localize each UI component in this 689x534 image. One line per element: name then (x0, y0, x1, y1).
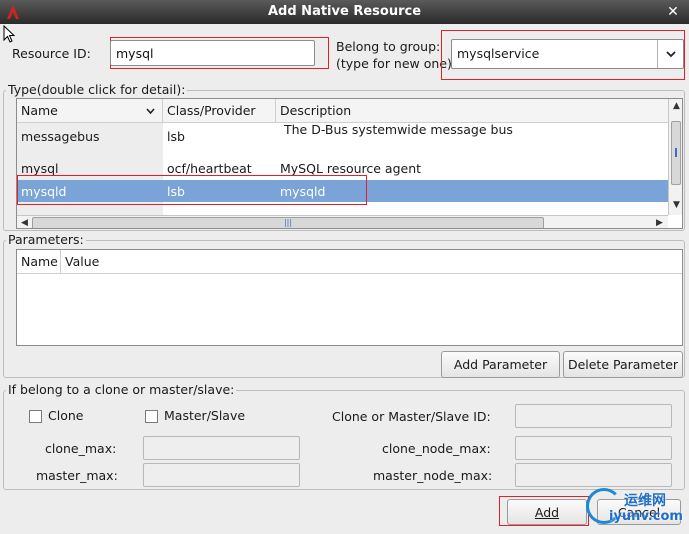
table-row-class[interactable]: ocf/heartbeat (163, 161, 252, 176)
master-slave-checkbox-label: Master/Slave (164, 408, 246, 423)
window-titlebar: Add Native Resource (0, 0, 689, 24)
master-node-max-input[interactable] (515, 463, 672, 487)
type-vertical-scrollbar[interactable]: ▲ ▼ (668, 99, 682, 215)
watermark-text-bottom: iyunv.com (609, 509, 683, 524)
add-button[interactable]: Add (507, 499, 587, 525)
chevron-down-icon[interactable] (657, 40, 683, 68)
table-row-name[interactable]: mysql (17, 161, 163, 176)
param-column-value[interactable]: Value (61, 250, 682, 274)
clone-max-label: clone_max: (45, 441, 117, 456)
resource-id-label: Resource ID: (12, 46, 91, 61)
master-max-input[interactable] (143, 463, 300, 487)
group-label-line1: Belong to group: (336, 39, 441, 54)
table-row-description[interactable]: MySQL resource agent (276, 161, 421, 176)
param-column-name[interactable]: Name (17, 250, 61, 274)
clone-node-max-input[interactable] (515, 436, 672, 460)
parameters-frame-title: Parameters: (6, 232, 86, 247)
group-combo[interactable]: mysqlservice (451, 39, 684, 69)
table-row-class[interactable]: lsb (163, 129, 185, 144)
group-label-line2: (type for new one) (336, 56, 452, 71)
add-parameter-button[interactable]: Add Parameter (441, 351, 560, 378)
parameters-table[interactable]: Name Value (16, 249, 683, 346)
master-node-max-label: master_node_max: (373, 468, 493, 483)
clone-id-label: Clone or Master/Slave ID: (332, 409, 491, 424)
group-label: Belong to group: (type for new one) (336, 38, 452, 72)
clone-id-input[interactable] (515, 404, 672, 428)
type-frame-title: Type(double click for detail): (6, 82, 188, 97)
app-logo-icon (7, 5, 19, 19)
column-header-name-text: Name (21, 103, 58, 118)
clone-max-input[interactable] (143, 436, 300, 460)
resource-id-input[interactable] (110, 40, 315, 66)
column-header-class[interactable]: Class/Provider (163, 99, 276, 123)
scroll-right-icon[interactable]: ▶ (653, 217, 666, 228)
master-max-label: master_max: (36, 468, 118, 483)
type-horizontal-scrollbar[interactable]: ◀ ||| ▶ (17, 215, 668, 228)
clone-node-max-label: clone_node_max: (382, 441, 491, 456)
type-tree[interactable]: Name Class/Provider Description messageb… (16, 98, 683, 229)
selected-row-highlight (17, 175, 367, 205)
master-slave-checkbox[interactable] (145, 410, 158, 423)
column-header-name[interactable]: Name (17, 99, 163, 123)
watermark-text-top: 运维网 (624, 493, 666, 509)
column-header-description[interactable]: Description (276, 99, 668, 123)
sort-chevron-icon (146, 108, 155, 114)
close-window-icon[interactable]: ✕ (665, 0, 681, 24)
window-title: Add Native Resource (267, 4, 422, 19)
scroll-down-icon[interactable]: ▼ (670, 199, 682, 212)
horizontal-scroll-thumb[interactable]: ||| (32, 217, 544, 228)
clone-checkbox[interactable] (29, 410, 42, 423)
delete-parameter-button[interactable]: Delete Parameter (563, 351, 683, 378)
vertical-scroll-thumb[interactable] (671, 121, 681, 185)
clone-frame-title: If belong to a clone or master/slave: (6, 382, 237, 397)
table-row-name[interactable]: messagebus (17, 129, 163, 144)
scroll-left-icon[interactable]: ◀ (18, 217, 31, 228)
table-row-description[interactable]: The D-Bus systemwide message bus (280, 122, 513, 137)
group-combo-value: mysqlservice (457, 46, 540, 61)
clone-checkbox-label: Clone (48, 408, 84, 423)
scroll-up-icon[interactable]: ▲ (670, 100, 682, 113)
mouse-cursor-icon (3, 25, 15, 43)
